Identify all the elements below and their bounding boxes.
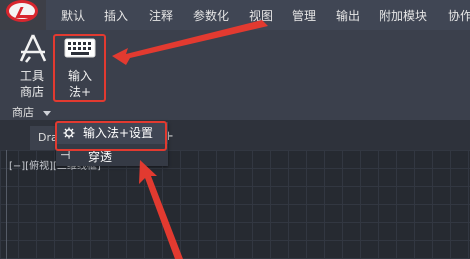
panel-title-store[interactable]: 商店 bbox=[12, 106, 34, 120]
menu-collaborate[interactable]: 协作 bbox=[448, 7, 470, 25]
app-store-label-1: 工具 bbox=[19, 69, 44, 83]
menu-output[interactable]: 输出 bbox=[336, 7, 360, 25]
panel-expand-icon[interactable] bbox=[43, 111, 51, 116]
app-store-label-2: 商店 bbox=[19, 85, 44, 99]
logo-mark bbox=[15, 7, 38, 18]
menu-manage[interactable]: 管理 bbox=[292, 7, 316, 25]
menu-insert[interactable]: 插入 bbox=[104, 7, 128, 25]
app-store-icon bbox=[19, 34, 47, 63]
cad-window: 默认 插入 注释 参数化 视图 管理 输出 附加模块 协作 工具 商店 输入 法… bbox=[0, 0, 470, 259]
menu-default[interactable]: 默认 bbox=[61, 7, 85, 25]
app-store-button[interactable]: 工具 商店 bbox=[10, 33, 54, 103]
menu-view[interactable]: 视图 bbox=[249, 7, 273, 25]
logo-circle bbox=[6, 0, 38, 22]
menu-annotate[interactable]: 注释 bbox=[149, 7, 173, 25]
menu-parametric[interactable]: 参数化 bbox=[193, 7, 229, 25]
canvas-edge bbox=[6, 150, 7, 259]
app-logo[interactable] bbox=[0, 0, 46, 30]
ime-button-highlight bbox=[53, 34, 106, 102]
menu-bar: 默认 插入 注释 参数化 视图 管理 输出 附加模块 协作 bbox=[0, 0, 470, 30]
settings-item-highlight bbox=[55, 121, 167, 151]
menu-addons[interactable]: 附加模块 bbox=[379, 7, 427, 25]
